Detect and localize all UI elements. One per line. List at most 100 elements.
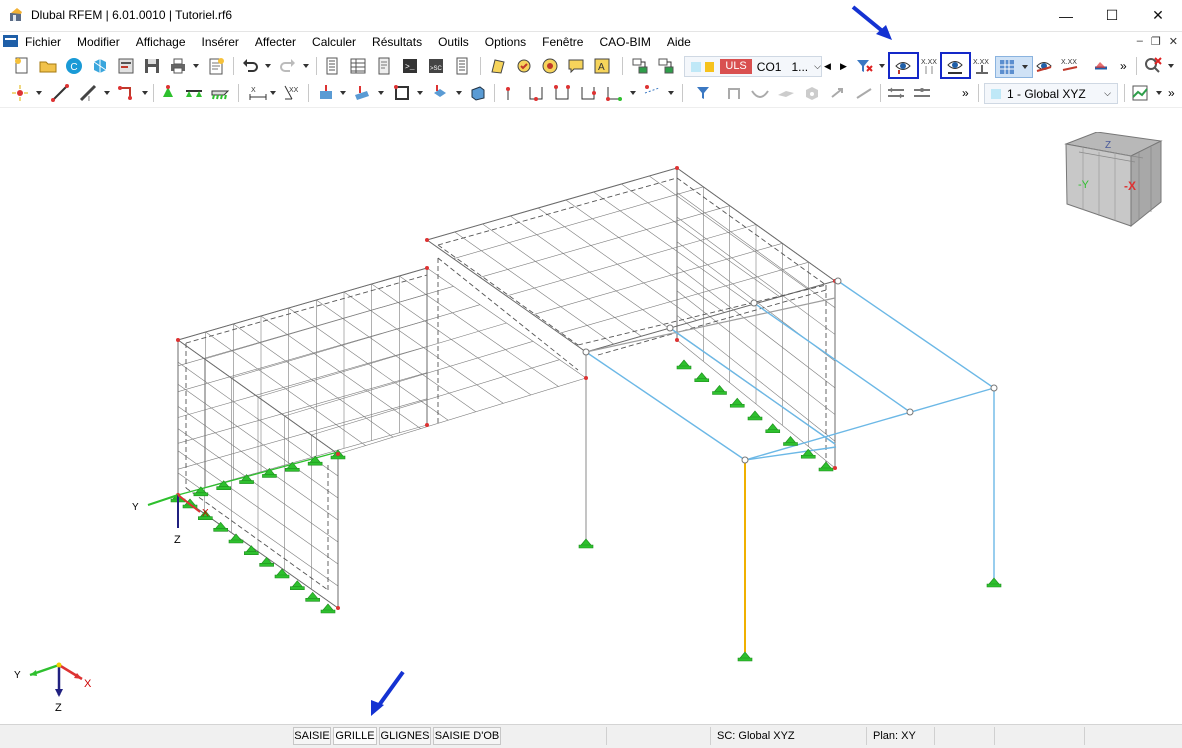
surface-support-icon[interactable] xyxy=(210,83,230,103)
result-diagram-icon[interactable] xyxy=(1092,56,1112,76)
surface-dropdown-icon[interactable] xyxy=(142,91,148,95)
node-icon[interactable] xyxy=(10,83,30,103)
redo-icon[interactable] xyxy=(278,56,298,76)
print-icon[interactable] xyxy=(168,56,188,76)
cube-icon[interactable] xyxy=(802,83,822,103)
align-icon[interactable] xyxy=(886,83,906,103)
previous-icon[interactable]: ◀ xyxy=(824,61,831,72)
export-icon[interactable] xyxy=(206,56,226,76)
view-settings-icon[interactable] xyxy=(1130,83,1150,103)
target-icon[interactable] xyxy=(540,56,560,76)
chevron-down-icon[interactable]: ⌵ xyxy=(1104,88,1111,99)
open-icon[interactable] xyxy=(38,56,58,76)
member-dropdown-icon[interactable] xyxy=(104,91,110,95)
redo-dropdown-icon[interactable] xyxy=(303,64,309,68)
toolbar2-overflow-button[interactable]: » xyxy=(962,86,969,100)
snap-dropdown-icon[interactable] xyxy=(630,91,636,95)
dlubal-center-icon[interactable]: C xyxy=(64,56,84,76)
save-icon[interactable] xyxy=(142,56,162,76)
edit-model-icon[interactable] xyxy=(488,56,508,76)
opening-dropdown-icon[interactable] xyxy=(417,91,423,95)
properties-icon[interactable] xyxy=(374,56,394,76)
dimension-dropdown-icon[interactable] xyxy=(270,91,276,95)
menu-item-fichier[interactable]: Fichier xyxy=(25,35,69,49)
menu-item-modifier[interactable]: Modifier xyxy=(77,35,128,49)
mdi-restore-button[interactable]: ❐ xyxy=(1151,35,1161,48)
status-grille-button[interactable]: GRILLE xyxy=(333,727,377,745)
mdi-close-button[interactable]: ✕ xyxy=(1169,35,1178,48)
selection-filter-icon[interactable] xyxy=(694,83,714,103)
webservice-icon[interactable] xyxy=(90,56,110,76)
report-icon[interactable] xyxy=(452,56,472,76)
dimension-icon[interactable]: X xyxy=(248,83,268,103)
load-member-dropdown-icon[interactable] xyxy=(378,91,384,95)
calculate-icon[interactable] xyxy=(630,56,650,76)
print-dropdown-icon[interactable] xyxy=(193,64,199,68)
next-icon[interactable]: ▶ xyxy=(840,61,847,72)
node-dropdown-icon[interactable] xyxy=(36,91,42,95)
load-case-selector[interactable]: ULS CO1 1... ⌵ xyxy=(684,56,822,77)
block-icon[interactable] xyxy=(468,83,488,103)
menu-item-r-sultats[interactable]: Résultats xyxy=(372,35,430,49)
menu-item-calculer[interactable]: Calculer xyxy=(312,35,364,49)
menu-item-ins-rer[interactable]: Insérer xyxy=(202,35,247,49)
opening-icon[interactable] xyxy=(392,83,412,103)
menu-item-fen-tre[interactable]: Fenêtre xyxy=(542,35,591,49)
distribute-icon[interactable] xyxy=(912,83,932,103)
member-icon[interactable]: I xyxy=(78,83,98,103)
toolbar2-more-button[interactable]: » xyxy=(1168,86,1175,100)
console-icon[interactable]: >_ xyxy=(400,56,420,76)
curve-icon[interactable] xyxy=(750,83,770,103)
solid-icon[interactable] xyxy=(430,83,450,103)
surface-icon[interactable] xyxy=(116,83,136,103)
nodal-support-icon[interactable] xyxy=(158,83,178,103)
frame-icon[interactable] xyxy=(724,83,744,103)
load-node-dropdown-icon[interactable] xyxy=(340,91,346,95)
minimize-button[interactable]: — xyxy=(1043,0,1089,31)
menu-item-affecter[interactable]: Affecter xyxy=(255,35,304,49)
script-console-icon[interactable]: >SC xyxy=(426,56,446,76)
guideline-dropdown-icon[interactable] xyxy=(668,91,674,95)
toolbar-overflow-button[interactable]: » xyxy=(1120,59,1127,73)
view-settings-dropdown-icon[interactable] xyxy=(1156,91,1162,95)
undo-dropdown-icon[interactable] xyxy=(265,64,271,68)
status-saisie-button[interactable]: SAISIE xyxy=(293,727,331,745)
new-model-icon[interactable] xyxy=(12,56,32,76)
chevron-down-icon[interactable]: ⌵ xyxy=(814,61,821,72)
transfer-icon[interactable] xyxy=(828,83,848,103)
slope-icon[interactable] xyxy=(854,83,874,103)
text-box-icon[interactable]: A xyxy=(592,56,612,76)
menu-item-affichage[interactable]: Affichage xyxy=(136,35,194,49)
snap-member-icon[interactable] xyxy=(526,83,546,103)
maximize-button[interactable]: ☐ xyxy=(1089,0,1135,31)
undo-icon[interactable] xyxy=(240,56,260,76)
tables-icon[interactable] xyxy=(348,56,368,76)
coordinate-icon[interactable]: XX xyxy=(282,83,302,103)
result-values-icon[interactable]: X.XX xyxy=(920,56,940,76)
clear-dropdown-icon[interactable] xyxy=(1168,64,1174,68)
status-saisie-ob-button[interactable]: SAISIE D'OB xyxy=(433,727,501,745)
navigator-icon[interactable] xyxy=(322,56,342,76)
values-on-members-icon[interactable]: X.XX xyxy=(1060,56,1080,76)
document-icon[interactable] xyxy=(3,35,18,47)
menu-item-aide[interactable]: Aide xyxy=(667,35,699,49)
menu-item-cao-bim[interactable]: CAO-BIM xyxy=(599,35,658,49)
snap-grid-icon[interactable] xyxy=(604,83,624,103)
section-results-icon[interactable] xyxy=(1034,56,1054,76)
menu-item-options[interactable]: Options xyxy=(485,35,534,49)
status-glignes-button[interactable]: GLIGNES xyxy=(379,727,431,745)
snap-surface-icon[interactable] xyxy=(578,83,598,103)
guideline-icon[interactable] xyxy=(642,83,662,103)
plate-icon[interactable] xyxy=(776,83,796,103)
result-display-dropdown[interactable] xyxy=(995,56,1033,78)
snap-node-icon[interactable] xyxy=(500,83,520,103)
snap-line-icon[interactable] xyxy=(552,83,572,103)
model-viewport[interactable]: Y Z X -X -Y Z Y X Z xyxy=(0,5,1182,724)
load-member-icon[interactable] xyxy=(352,83,372,103)
calculate-all-icon[interactable] xyxy=(656,56,676,76)
close-button[interactable]: ✕ xyxy=(1135,0,1181,31)
clear-search-icon[interactable] xyxy=(1143,56,1163,76)
line-icon[interactable] xyxy=(50,83,70,103)
menu-item-outils[interactable]: Outils xyxy=(438,35,477,49)
solid-dropdown-icon[interactable] xyxy=(456,91,462,95)
